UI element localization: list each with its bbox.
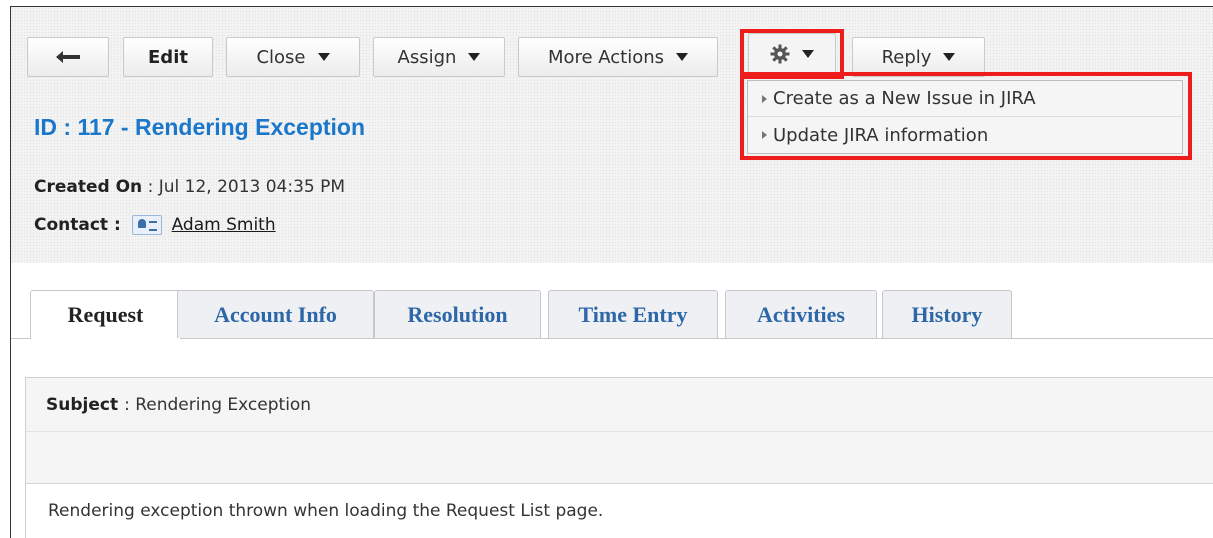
edit-button[interactable]: Edit xyxy=(123,37,213,77)
close-button[interactable]: Close xyxy=(226,37,360,77)
tab-time-entry[interactable]: Time Entry xyxy=(548,290,718,338)
page-title: ID : 117 - Rendering Exception xyxy=(34,114,366,140)
reply-button[interactable]: Reply xyxy=(852,37,985,77)
created-on-row: Created On : Jul 12, 2013 04:35 PM xyxy=(34,177,345,197)
description-text: Rendering exception thrown when loading … xyxy=(48,501,604,521)
contact-label: Contact : xyxy=(34,215,121,235)
subject-row: Subject : Rendering Exception xyxy=(26,378,1213,432)
contact-card-icon[interactable] xyxy=(132,215,163,235)
chevron-down-icon xyxy=(317,53,330,61)
tab-resolution[interactable]: Resolution xyxy=(374,290,541,338)
dropdown-highlight xyxy=(740,72,1192,160)
tab-activities[interactable]: Activities xyxy=(725,290,877,338)
contact-row: Contact : Adam Smith xyxy=(34,215,276,235)
contact-name-link[interactable]: Adam Smith xyxy=(172,215,276,235)
created-on-label: Created On xyxy=(34,177,143,197)
edit-label: Edit xyxy=(148,46,188,68)
assign-button[interactable]: Assign xyxy=(373,37,505,77)
subject-value: : Rendering Exception xyxy=(124,394,312,415)
chevron-down-icon xyxy=(676,53,689,61)
tab-history[interactable]: History xyxy=(882,290,1012,338)
chevron-down-icon xyxy=(943,53,956,61)
tab-request[interactable]: Request xyxy=(30,290,181,339)
tab-account-info[interactable]: Account Info xyxy=(177,290,374,338)
reply-label: Reply xyxy=(881,46,932,68)
subject-label: Subject xyxy=(46,394,119,415)
assign-label: Assign xyxy=(397,46,457,68)
blank-row xyxy=(26,432,1213,484)
request-details-panel: Subject : Rendering Exception Rendering … xyxy=(25,377,1213,538)
arrow-left-icon xyxy=(56,51,80,63)
close-label: Close xyxy=(256,46,306,68)
created-on-value: : Jul 12, 2013 04:35 PM xyxy=(147,177,346,197)
back-button[interactable] xyxy=(27,37,109,77)
chevron-down-icon xyxy=(468,53,481,61)
tab-bar: Request Account Info Resolution Time Ent… xyxy=(11,290,1213,339)
more-actions-label: More Actions xyxy=(547,46,665,68)
more-actions-button[interactable]: More Actions xyxy=(518,37,718,77)
